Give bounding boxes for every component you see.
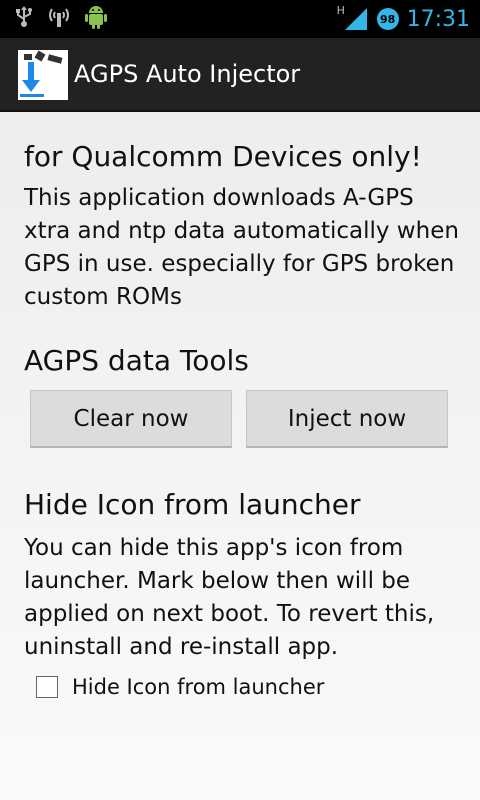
hide-icon-checkbox-row[interactable]: Hide Icon from launcher <box>36 672 324 702</box>
status-bar: H 98 17:31 <box>0 0 480 38</box>
app-logo-icon <box>18 50 68 100</box>
android-debug-icon <box>84 4 108 34</box>
tools-heading: AGPS data Tools <box>24 344 249 377</box>
app-title: AGPS Auto Injector <box>74 60 301 88</box>
signal-icon: H <box>337 4 369 32</box>
hide-icon-description: You can hide this app's icon from launch… <box>24 535 435 660</box>
hide-icon-checkbox[interactable] <box>36 676 58 698</box>
qualcomm-heading: for Qualcomm Devices only! <box>24 140 422 173</box>
app-description: This application downloads A-GPS xtra an… <box>24 185 459 310</box>
notification-icons <box>14 6 108 32</box>
inject-now-button[interactable]: Inject now <box>246 390 448 448</box>
hide-icon-checkbox-label[interactable]: Hide Icon from launcher <box>72 675 324 699</box>
battery-saver-icon: 98 <box>376 8 399 30</box>
usb-icon <box>14 5 34 33</box>
action-bar: AGPS Auto Injector <box>0 38 480 112</box>
clock: 17:31 <box>406 6 470 32</box>
system-icons: H 98 17:31 <box>337 4 470 34</box>
wifi-hotspot-icon <box>46 5 72 33</box>
network-type-label: H <box>336 4 345 17</box>
main-content: for Qualcomm Devices only! This applicat… <box>0 112 480 800</box>
hide-icon-heading: Hide Icon from launcher <box>24 488 361 521</box>
clear-now-button[interactable]: Clear now <box>30 390 232 448</box>
